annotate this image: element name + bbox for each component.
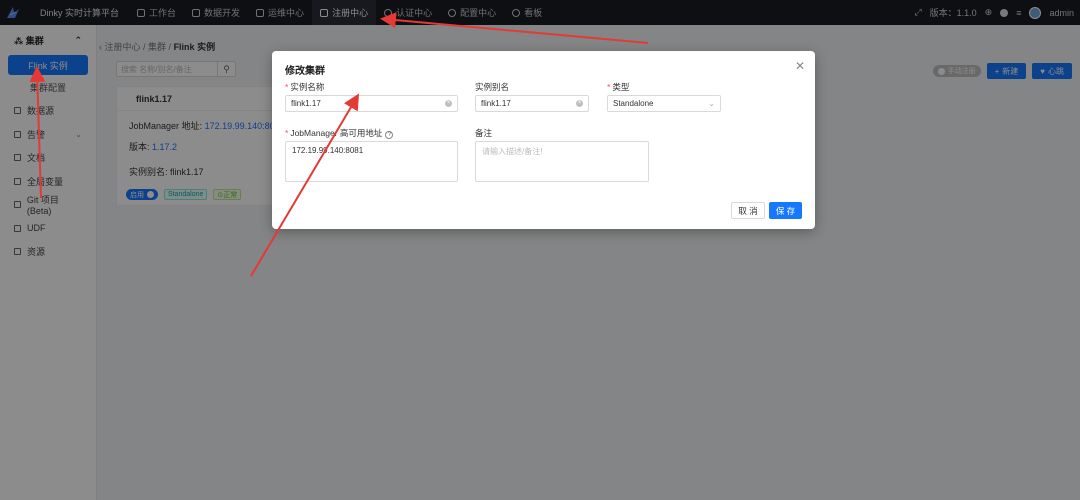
- annotation-arrows: [29, 12, 649, 277]
- arrow-to-flink-instance: [29, 66, 46, 199]
- arrow-to-nav-auth: [380, 12, 649, 44]
- arrow-to-name-field: [250, 93, 360, 277]
